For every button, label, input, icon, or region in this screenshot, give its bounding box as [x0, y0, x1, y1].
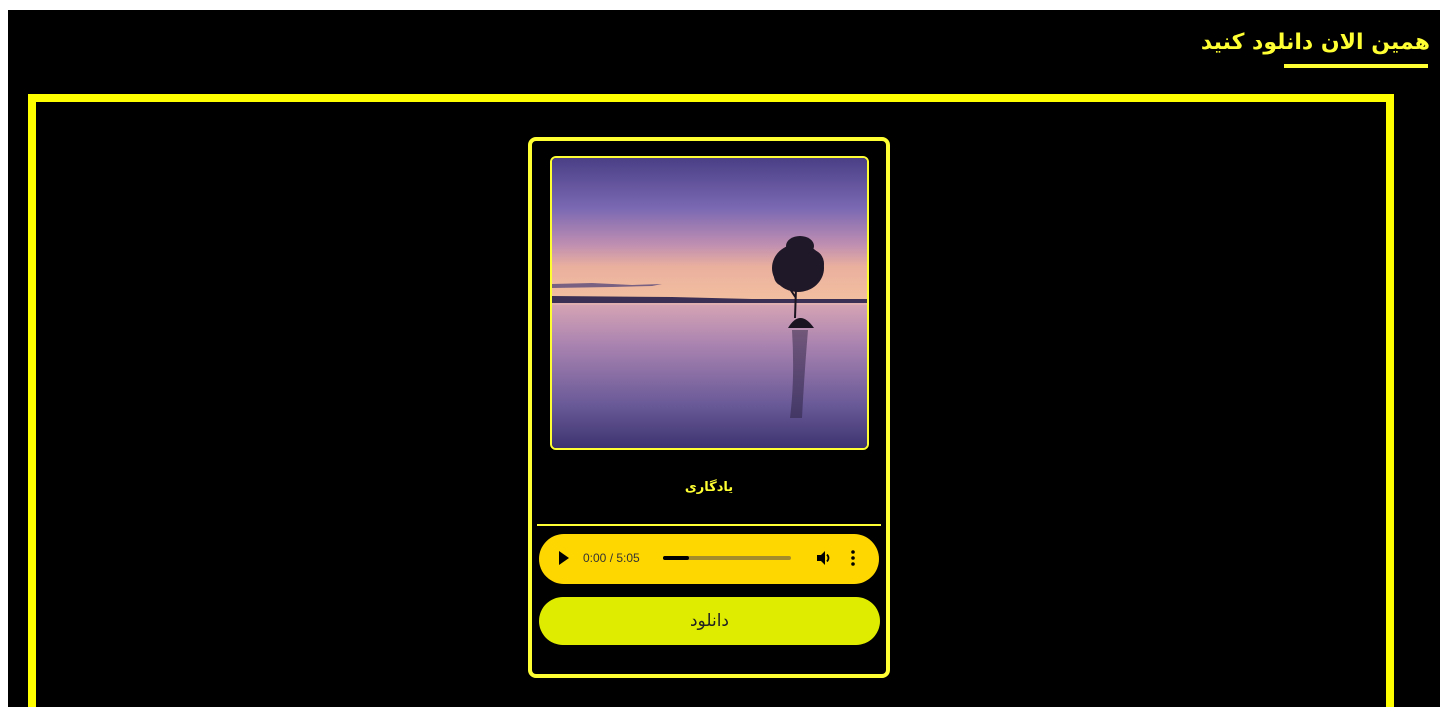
page-title: همین الان دانلود کنید [1200, 30, 1430, 55]
cover-illustration [552, 158, 867, 448]
cover-image [550, 156, 869, 450]
title-underline [1284, 64, 1428, 68]
divider [537, 524, 881, 526]
time-display: 0:00 / 5:05 [583, 551, 640, 565]
volume-icon[interactable] [815, 549, 833, 567]
play-icon[interactable] [559, 551, 569, 565]
page: همین الان دانلود کنید یادگاری 0:00 / 5:0… [8, 10, 1440, 707]
progress-bar[interactable] [663, 556, 791, 560]
audio-player[interactable]: 0:00 / 5:05 [539, 534, 879, 584]
content-frame: یادگاری 0:00 / 5:05 دانلود [28, 94, 1394, 707]
music-card: یادگاری 0:00 / 5:05 دانلود [528, 137, 890, 678]
more-vertical-icon[interactable] [850, 549, 856, 567]
progress-fill [663, 556, 689, 560]
song-title: یادگاری [684, 480, 734, 495]
download-button[interactable]: دانلود [539, 597, 880, 645]
